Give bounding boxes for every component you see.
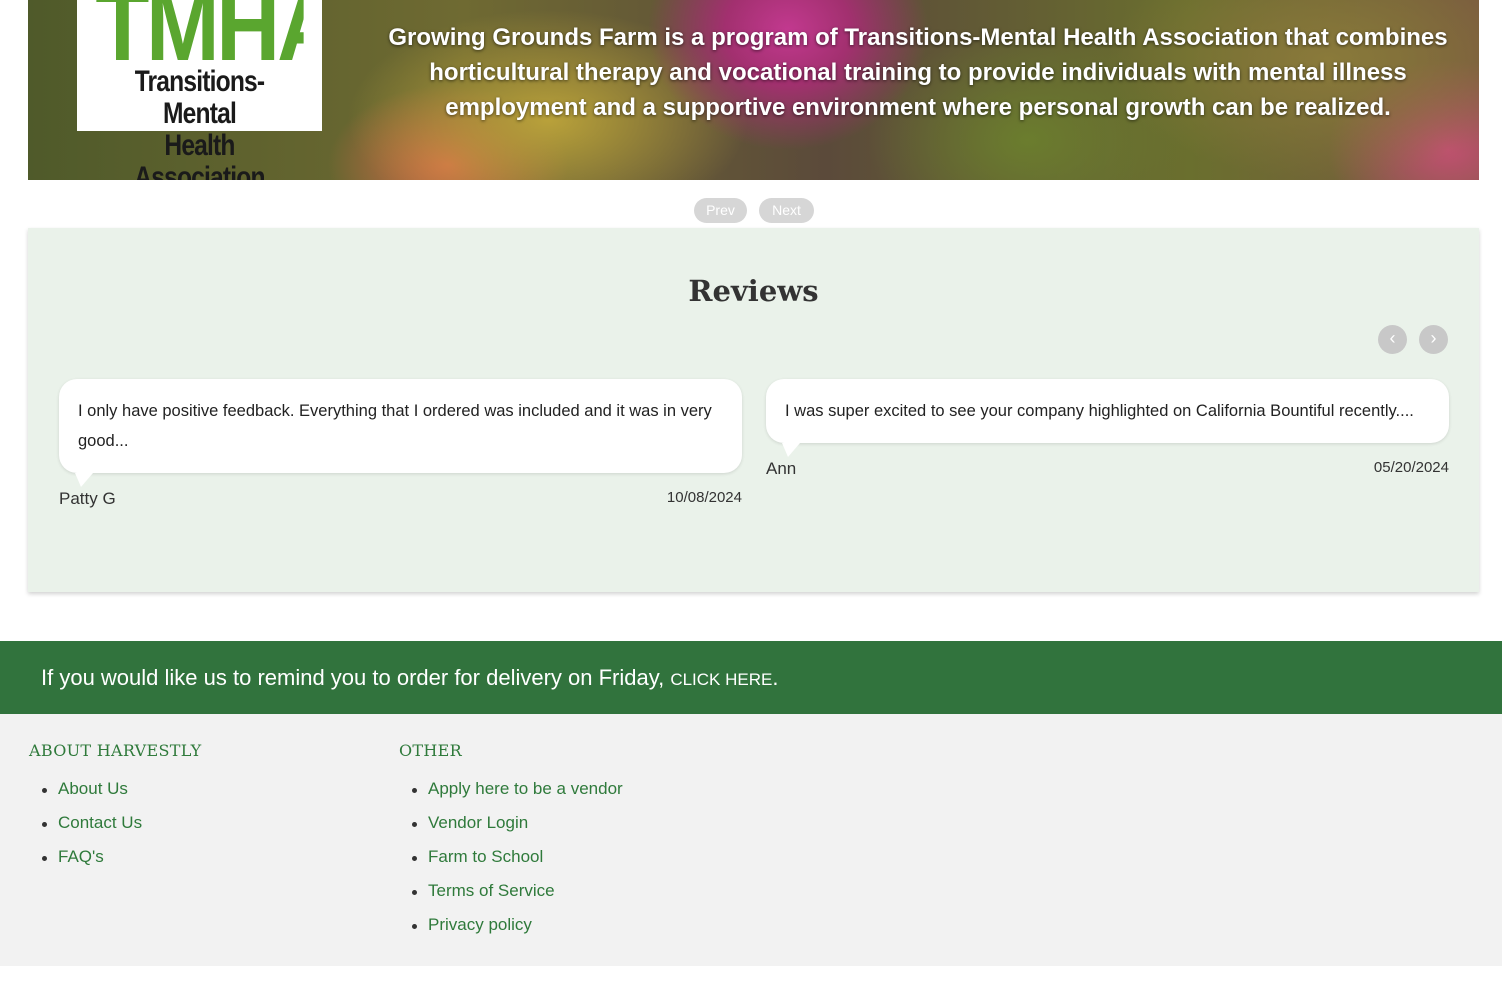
reminder-click-here-link[interactable]: CLICK HERE [670, 670, 772, 689]
list-item: Terms of Service [399, 881, 623, 915]
review-date: 10/08/2024 [666, 489, 742, 506]
reminder-suffix: . [772, 665, 779, 690]
tmha-logo: TMHA Transitions-Mental Health Associati… [77, 0, 322, 180]
footer-other-list: Apply here to be a vendor Vendor Login F… [399, 779, 623, 949]
logo-name-line1: Transitions-Mental [134, 65, 265, 130]
vendor-login-link[interactable]: Vendor Login [428, 813, 528, 832]
footer-about-column: ABOUT HARVESTLY About Us Contact Us FAQ'… [29, 741, 201, 881]
review-author: Ann [766, 459, 797, 478]
footer-other-column: OTHER Apply here to be a vendor Vendor L… [399, 741, 623, 949]
privacy-policy-link[interactable]: Privacy policy [428, 915, 532, 934]
apply-vendor-link[interactable]: Apply here to be a vendor [428, 779, 623, 798]
review-card: I was super excited to see your company … [766, 379, 1449, 483]
order-reminder-bar: If you would like us to remind you to or… [0, 641, 1502, 714]
hero-banner: TMHA Transitions-Mental Health Associati… [28, 0, 1479, 180]
prev-slide-button[interactable]: Prev [694, 198, 747, 223]
contact-us-link[interactable]: Contact Us [58, 813, 142, 832]
review-meta: Patty G 10/08/2024 [59, 485, 742, 513]
logo-mark: TMHA [95, 0, 303, 60]
farm-to-school-link[interactable]: Farm to School [428, 847, 543, 866]
reviews-section: Reviews ‹ › I only have positive feedbac… [28, 228, 1479, 592]
list-item: Contact Us [29, 813, 201, 847]
list-item: Privacy policy [399, 915, 623, 949]
banner-description: Growing Grounds Farm is a program of Tra… [388, 24, 1448, 121]
footer-about-list: About Us Contact Us FAQ's [29, 779, 201, 881]
list-item: Vendor Login [399, 813, 623, 847]
review-card: I only have positive feedback. Everythin… [59, 379, 742, 513]
chevron-right-icon[interactable]: › [1419, 325, 1448, 354]
chevron-left-icon[interactable]: ‹ [1378, 325, 1407, 354]
review-text: I was super excited to see your company … [766, 379, 1449, 457]
list-item: About Us [29, 779, 201, 813]
review-meta: Ann 05/20/2024 [766, 455, 1449, 483]
reviews-title: Reviews [688, 274, 819, 308]
list-item: Farm to School [399, 847, 623, 881]
list-item: Apply here to be a vendor [399, 779, 623, 813]
footer: ABOUT HARVESTLY About Us Contact Us FAQ'… [0, 714, 1502, 966]
review-text: I only have positive feedback. Everythin… [59, 379, 742, 487]
footer-about-heading: ABOUT HARVESTLY [29, 741, 202, 760]
review-date: 05/20/2024 [1373, 459, 1449, 476]
list-item: FAQ's [29, 847, 201, 881]
about-us-link[interactable]: About Us [58, 779, 128, 798]
next-slide-button[interactable]: Next [759, 198, 814, 223]
faqs-link[interactable]: FAQ's [58, 847, 104, 866]
terms-of-service-link[interactable]: Terms of Service [428, 881, 555, 900]
logo-name-line2: Health Association [134, 129, 265, 181]
reminder-text: If you would like us to remind you to or… [41, 665, 671, 690]
footer-other-heading: OTHER [399, 741, 462, 760]
review-author: Patty G [59, 489, 116, 508]
